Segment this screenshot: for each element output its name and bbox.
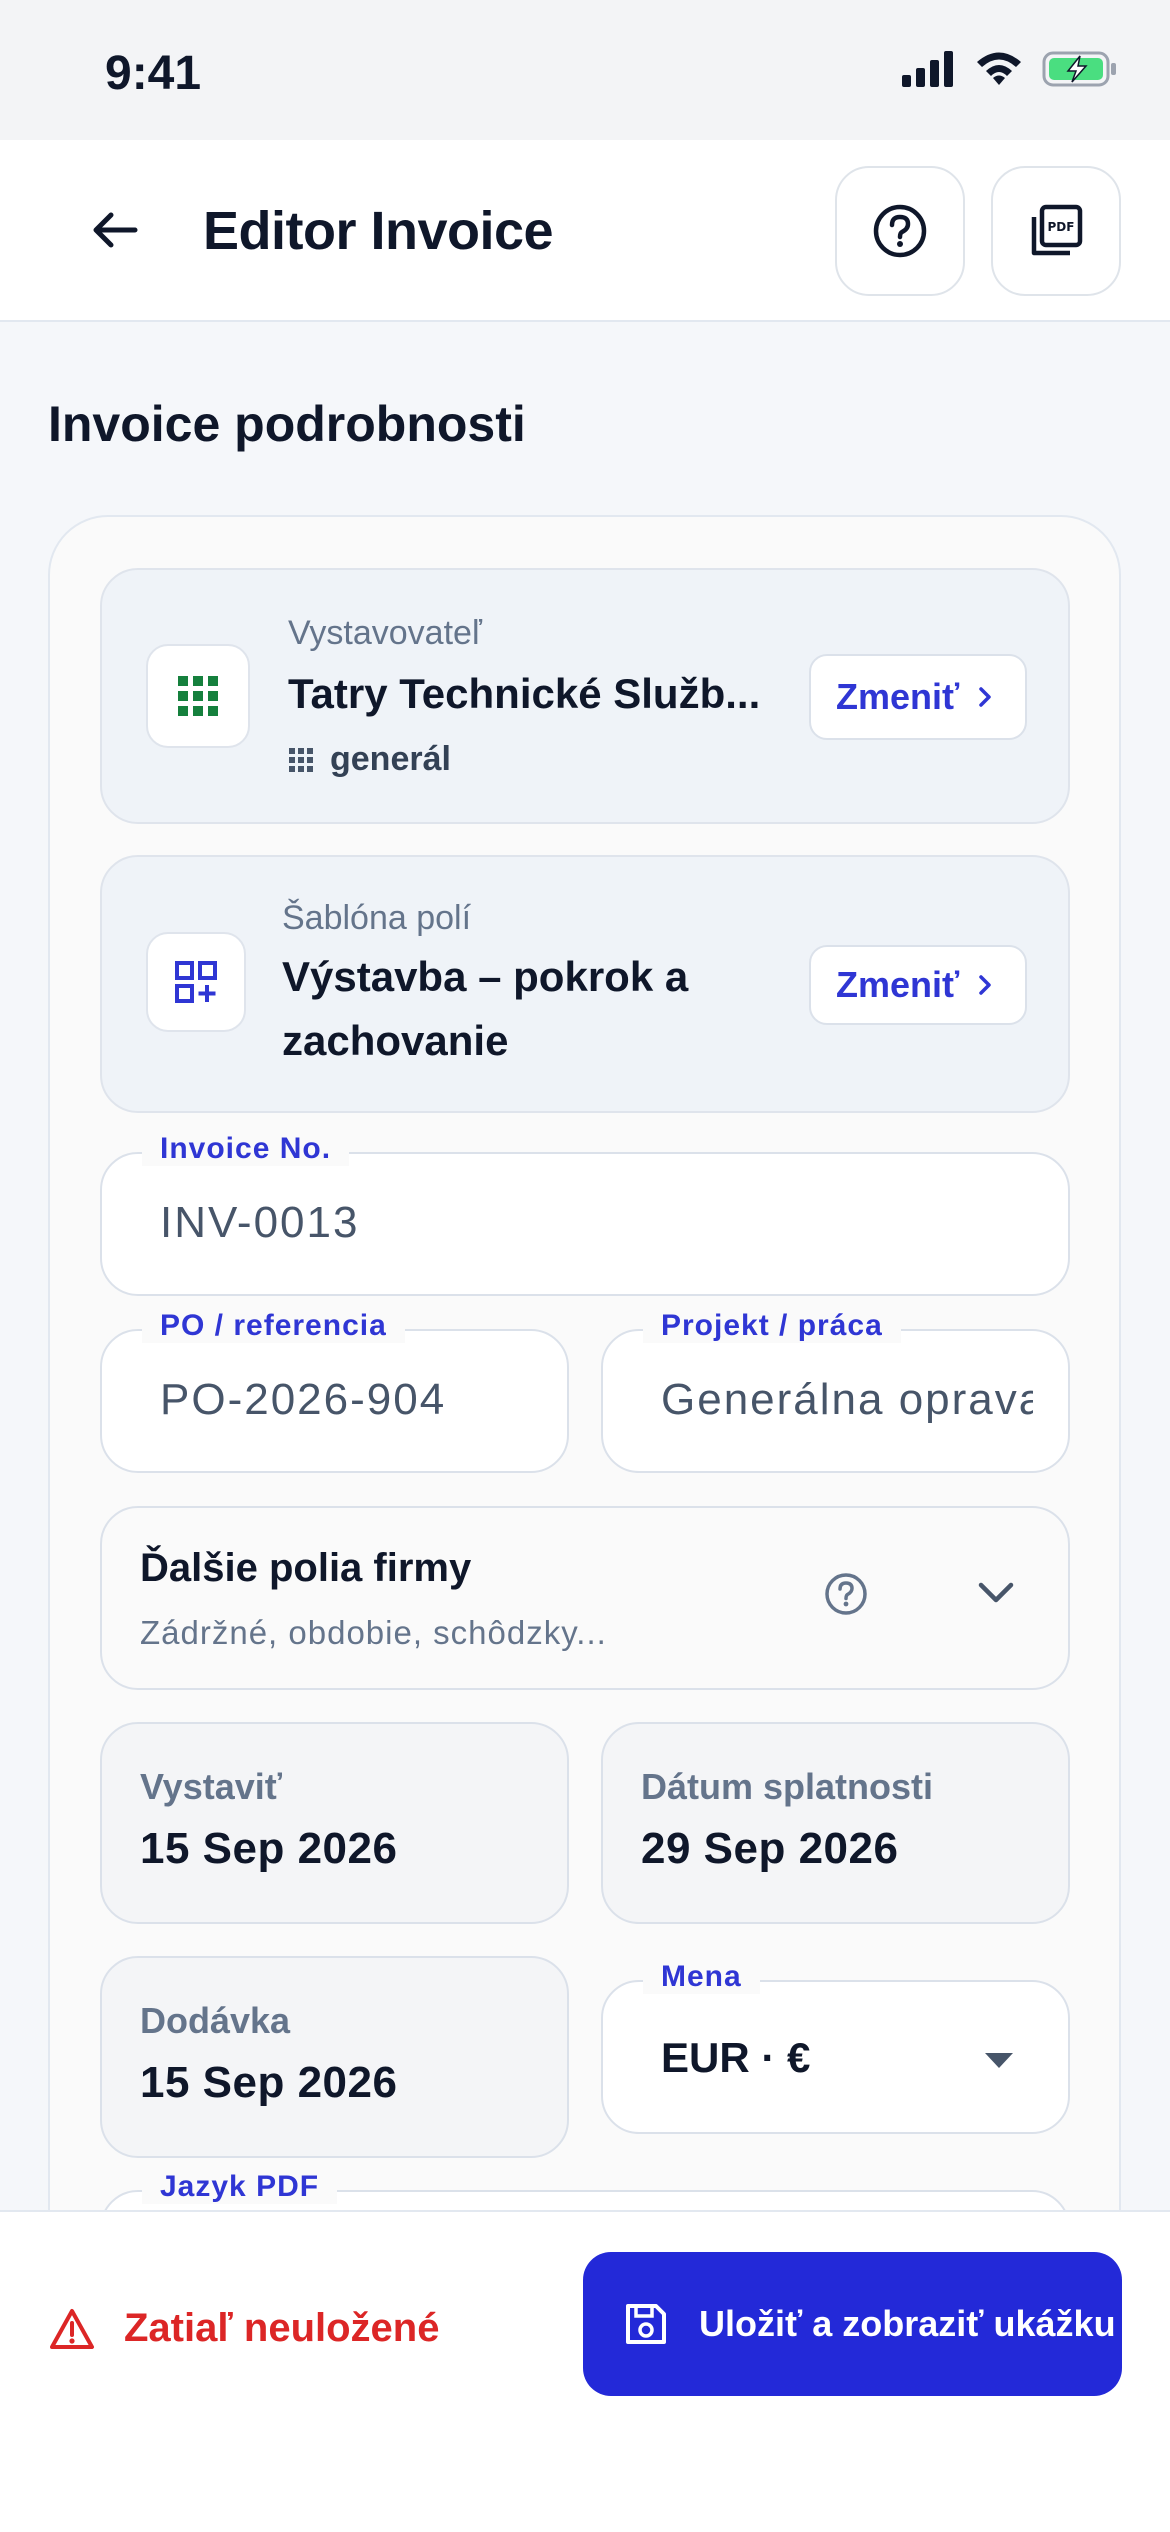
project-value: Generálna oprava bbox=[661, 1375, 1033, 1424]
pdf-file-icon: PDF bbox=[1031, 204, 1083, 256]
delivery-date-value: 15 Sep 2026 bbox=[140, 2058, 398, 2107]
caret-down-icon bbox=[985, 2053, 1013, 2068]
currency-value: EUR · € bbox=[661, 2034, 811, 2081]
status-bar: 9:41 bbox=[0, 0, 1170, 140]
change-template-button[interactable]: Zmeniť bbox=[809, 945, 1027, 1025]
currency-label: Mena bbox=[643, 1960, 760, 1994]
save-disk-icon bbox=[626, 2304, 666, 2344]
invoice-number-value: INV-0013 bbox=[160, 1198, 360, 1247]
unsaved-status: Zatiaľ neuložené bbox=[48, 2306, 439, 2351]
app-header: Editor Invoice PDF bbox=[0, 140, 1170, 322]
more-fields-expander[interactable]: Ďalšie polia firmy Zádržné, obdobie, sch… bbox=[100, 1506, 1070, 1690]
grid-icon bbox=[178, 676, 218, 716]
change-issuer-label: Zmeniť bbox=[836, 676, 960, 717]
delivery-date-field[interactable]: Dodávka 15 Sep 2026 bbox=[100, 1956, 569, 2158]
template-name-line1: Výstavba – pokrok a bbox=[282, 953, 689, 1000]
chevron-right-icon bbox=[979, 687, 992, 707]
status-icons bbox=[902, 50, 1118, 88]
po-reference-field[interactable]: PO / referencia PO-2026-904 bbox=[100, 1309, 569, 1473]
chevron-right-icon bbox=[979, 975, 992, 995]
save-and-preview-button[interactable]: Uložiť a zobraziť ukážku bbox=[583, 2252, 1122, 2396]
invoice-number-field[interactable]: Invoice No. INV-0013 bbox=[100, 1132, 1070, 1296]
issuer-tag: generál bbox=[288, 740, 451, 779]
more-fields-subtitle: Zádržné, obdobie, schôdzky... bbox=[140, 1614, 607, 1651]
change-template-label: Zmeniť bbox=[836, 964, 960, 1005]
due-date-field[interactable]: Dátum splatnosti 29 Sep 2026 bbox=[601, 1722, 1070, 1924]
page-title: Editor Invoice bbox=[203, 201, 554, 261]
po-reference-label: PO / referencia bbox=[142, 1309, 405, 1343]
issuer-card: Vystavovateľ Tatry Technické Služb... ge… bbox=[100, 568, 1070, 824]
status-time: 9:41 bbox=[105, 47, 202, 100]
chevron-down-icon bbox=[978, 1582, 1014, 1603]
arrow-left-icon bbox=[93, 212, 138, 248]
due-date-label: Dátum splatnosti bbox=[641, 1766, 934, 1807]
template-icon-box bbox=[146, 932, 246, 1032]
signal-icon bbox=[902, 51, 953, 87]
issuer-tag-label: generál bbox=[330, 740, 451, 778]
template-name-line2: zachovanie bbox=[282, 1017, 509, 1064]
issue-date-value: 15 Sep 2026 bbox=[140, 1824, 398, 1873]
more-fields-title: Ďalšie polia firmy bbox=[140, 1546, 472, 1590]
due-date-value: 29 Sep 2026 bbox=[641, 1824, 899, 1873]
issuer-label: Vystavovateľ bbox=[288, 614, 482, 652]
bottom-action-bar: Zatiaľ neuložené Uložiť a zobraziť ukážk… bbox=[0, 2210, 1170, 2532]
project-field[interactable]: Projekt / práca Generálna oprava bbox=[601, 1309, 1070, 1473]
battery-charging-icon bbox=[1042, 51, 1116, 87]
delivery-date-label: Dodávka bbox=[140, 2000, 291, 2041]
pdf-button[interactable]: PDF bbox=[991, 166, 1121, 296]
svg-text:PDF: PDF bbox=[1048, 220, 1075, 234]
issue-date-label: Vystaviť bbox=[140, 1766, 282, 1807]
wifi-icon bbox=[977, 52, 1021, 85]
pdf-language-label: Jazyk PDF bbox=[142, 2170, 338, 2204]
issue-date-field[interactable]: Vystaviť 15 Sep 2026 bbox=[100, 1722, 569, 1924]
help-button[interactable] bbox=[835, 166, 965, 296]
po-reference-value: PO-2026-904 bbox=[160, 1375, 447, 1424]
issuer-name: Tatry Technické Služb... bbox=[288, 670, 761, 717]
invoice-number-label: Invoice No. bbox=[142, 1132, 350, 1166]
template-card: Šablóna polí Výstavba – pokrok a zachova… bbox=[100, 855, 1070, 1113]
project-label: Projekt / práca bbox=[643, 1309, 901, 1343]
template-label: Šablóna polí bbox=[282, 899, 472, 937]
help-circle-icon bbox=[873, 204, 927, 258]
grid-add-icon bbox=[175, 961, 217, 1003]
issuer-icon-box bbox=[146, 644, 250, 748]
change-issuer-button[interactable]: Zmeniť bbox=[809, 654, 1027, 740]
save-and-preview-label: Uložiť a zobraziť ukážku bbox=[699, 2303, 1116, 2344]
currency-select[interactable]: Mena EUR · € bbox=[601, 1960, 1070, 2134]
back-button[interactable] bbox=[70, 190, 160, 270]
help-circle-icon[interactable] bbox=[824, 1572, 868, 1616]
section-title: Invoice podrobnosti bbox=[48, 396, 526, 452]
warning-triangle-icon bbox=[50, 2308, 94, 2349]
unsaved-label: Zatiaľ neuložené bbox=[124, 2306, 440, 2350]
small-grid-icon bbox=[289, 747, 313, 772]
